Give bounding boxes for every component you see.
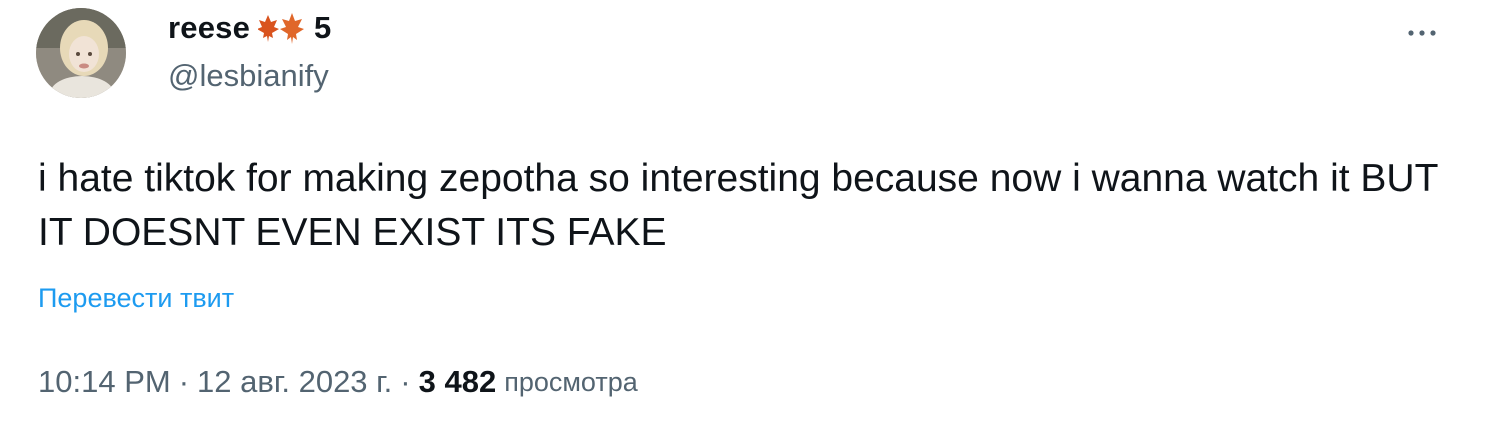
author-handle[interactable]: @lesbianify: [168, 58, 329, 94]
tweet-date[interactable]: 12 авг. 2023 г.: [197, 364, 392, 400]
tweet-meta: 10:14 PM · 12 авг. 2023 г. · 3 482 просм…: [38, 360, 638, 404]
tweet-card: reese 5 @lesbianify i hate tiktok for ma…: [0, 0, 1500, 444]
views-label: просмотра: [504, 366, 638, 397]
tweet-text: i hate tiktok for making zepotha so inte…: [38, 157, 1438, 254]
more-button[interactable]: [1398, 14, 1446, 46]
meta-separator: ·: [400, 364, 411, 399]
meta-separator: ·: [178, 364, 190, 399]
tweet-time[interactable]: 10:14 PM: [38, 364, 171, 400]
views-count: 3 482: [418, 364, 497, 399]
author-name-row[interactable]: reese 5: [168, 6, 331, 50]
maple-leaf-icon: [258, 11, 306, 45]
display-name[interactable]: reese: [168, 10, 250, 46]
name-suffix: 5: [314, 10, 332, 45]
more-horizontal-icon: [1407, 17, 1437, 43]
translate-tweet-link[interactable]: Перевести твит: [38, 283, 234, 314]
avatar[interactable]: [36, 8, 126, 98]
